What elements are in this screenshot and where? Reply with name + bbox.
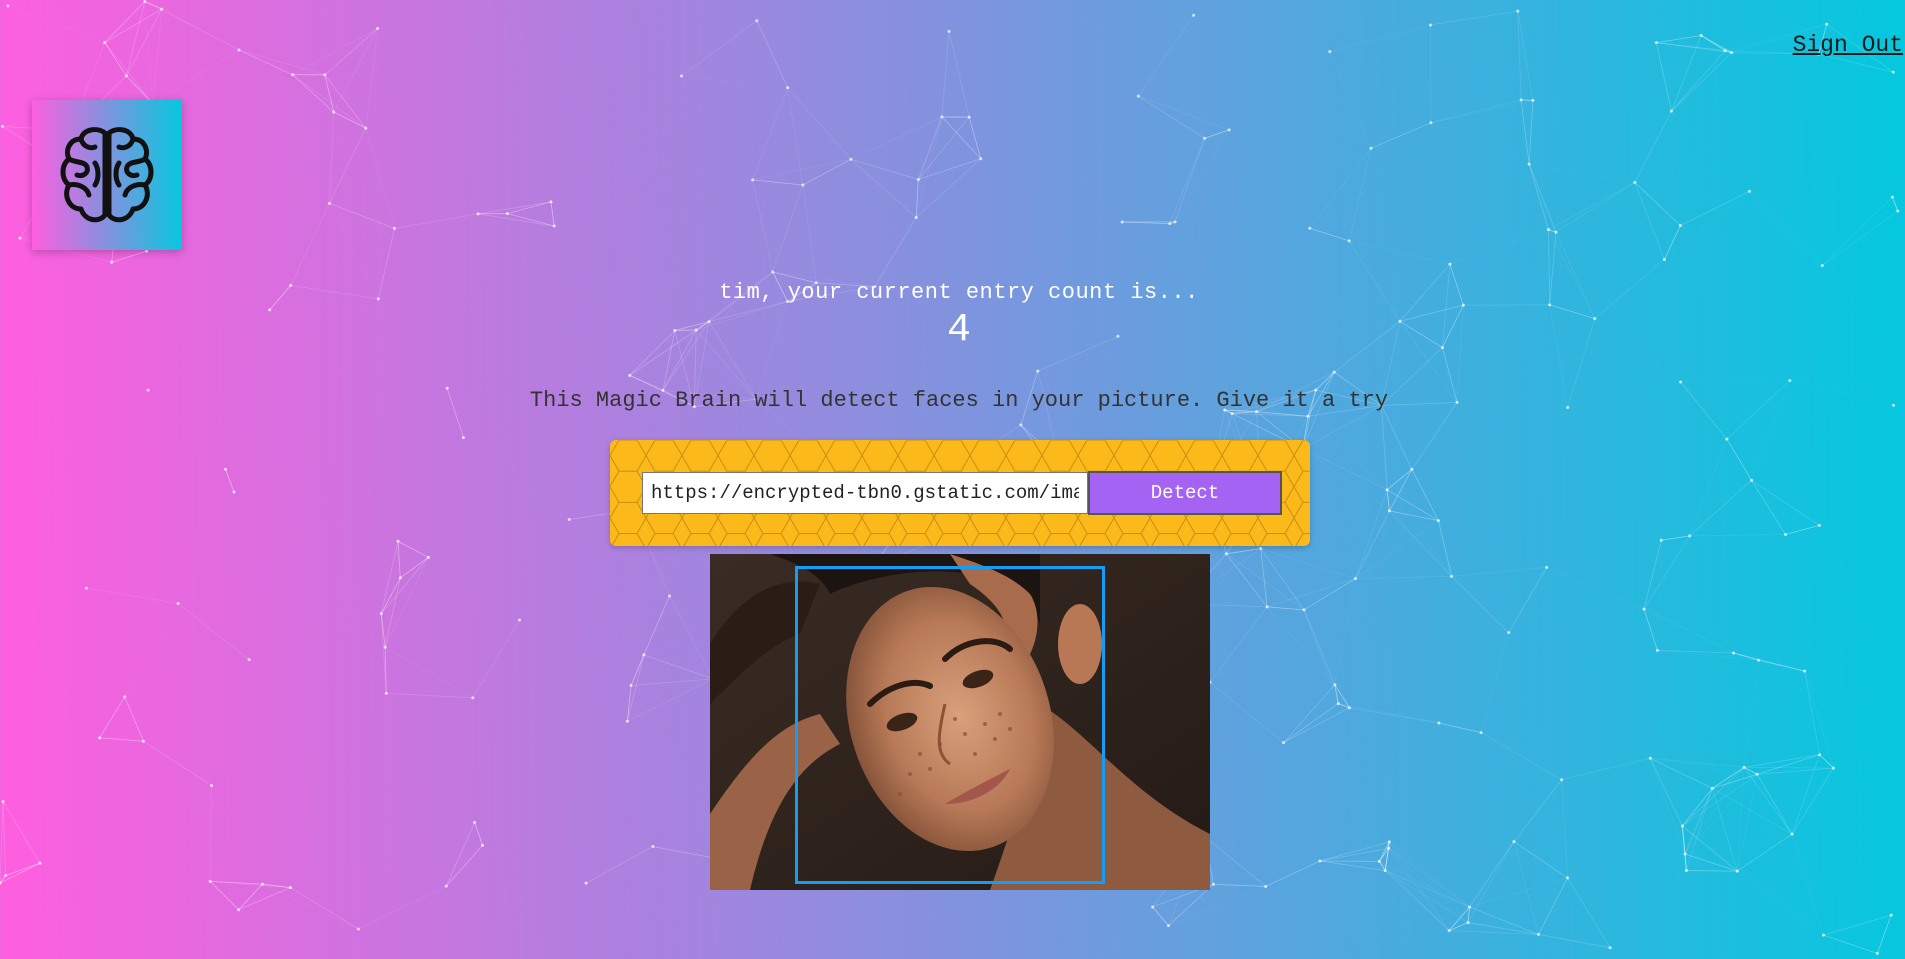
detect-button[interactable]: Detect bbox=[1088, 471, 1282, 515]
face-photo bbox=[710, 554, 1210, 890]
image-url-form: Detect bbox=[610, 440, 1310, 546]
brain-icon bbox=[60, 127, 154, 223]
result-image bbox=[710, 554, 1210, 890]
image-url-input[interactable] bbox=[642, 472, 1088, 514]
app-description: This Magic Brain will detect faces in yo… bbox=[529, 388, 1389, 413]
sign-out-link[interactable]: Sign Out bbox=[1793, 32, 1903, 58]
brain-logo bbox=[32, 100, 182, 250]
entry-count-value: 4 bbox=[946, 308, 971, 353]
entry-count-message: tim, your current entry count is... bbox=[719, 280, 1199, 305]
